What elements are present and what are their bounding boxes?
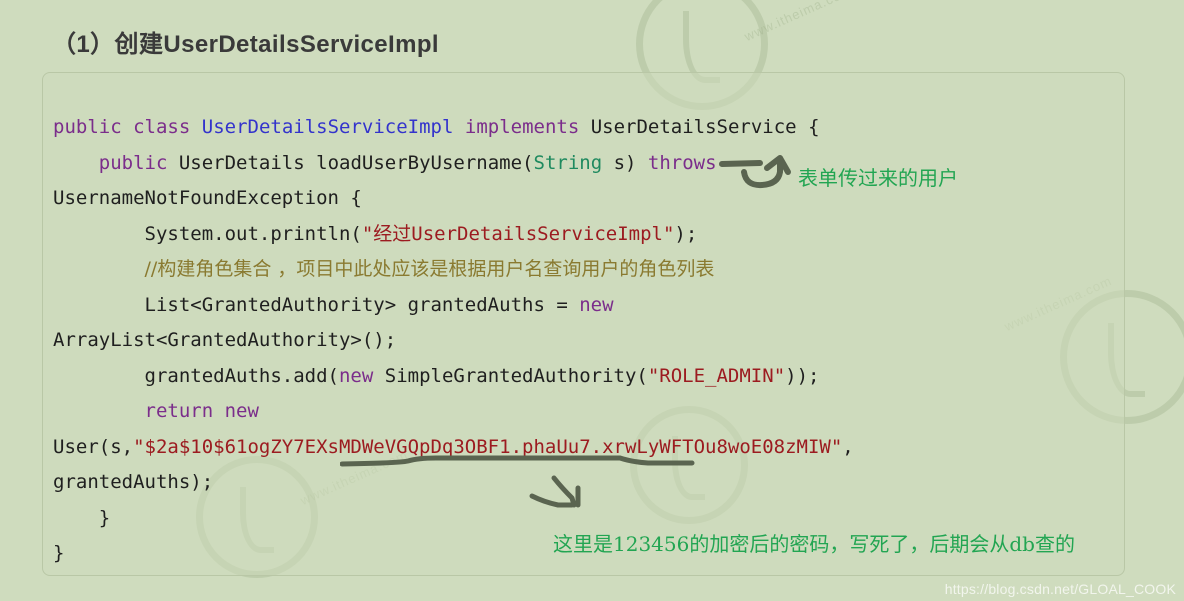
token-user-constructor: User(s, (53, 435, 134, 458)
token-method-name: loadUserByUsername( (316, 151, 534, 174)
page-title: （1）创建UserDetailsServiceImpl (52, 31, 439, 59)
token-keyword-new-2: new (338, 364, 374, 387)
background-site-watermark: www.itheima.com (741, 0, 855, 44)
token-type-string: String (533, 151, 603, 174)
code-content: public class UserDetailsServiceImpl impl… (53, 110, 1120, 572)
token-comma: , (842, 435, 854, 458)
token-interface-name: UserDetailsService (590, 116, 797, 138)
token-keyword-new-3: new (224, 400, 259, 422)
token-granted-auths-argument: grantedAuths); (53, 471, 214, 493)
annotation-password-note: 这里是123456的加密后的密码，写死了，后期会从db查的 (553, 532, 1075, 556)
token-keyword-new: new (579, 293, 614, 316)
token-param-name: s) (602, 151, 637, 174)
code-block: public class UserDetailsServiceImpl impl… (42, 72, 1125, 576)
token-keyword-public-2: public (98, 151, 168, 174)
token-println-call: System.out.println( (144, 222, 362, 245)
token-authority-constructor: SimpleGrantedAuthority( (373, 364, 648, 387)
token-password-hash: "$2a$10$61ogZY7EXsMDWeVGQpDq3OBF1.phaUu7… (133, 435, 843, 458)
token-arraylist-instantiation: ArrayList<GrantedAuthority>(); (53, 329, 397, 351)
token-class-name: UserDetailsServiceImpl (201, 116, 454, 138)
token-return-type: UserDetails (178, 151, 305, 174)
token-add-end: )); (785, 364, 820, 387)
token-keyword-throws: throws (647, 151, 717, 174)
token-keyword-public: public (53, 116, 122, 138)
annotation-form-user-note: 表单传过来的用户 (798, 166, 958, 190)
csdn-url-watermark: https://blog.csdn.net/GLOAL_COOK (944, 581, 1176, 597)
token-brace-close-inner: } (98, 506, 111, 529)
token-role-literal: "ROLE_ADMIN" (647, 364, 786, 387)
token-list-declaration: List<GrantedAuthority> grantedAuths = (144, 293, 580, 316)
token-comment: //构建角色集合 ，项目中此处应该是根据用户名查询用户的角色列表 (144, 258, 715, 280)
token-brace-close-outer: } (53, 542, 65, 564)
token-brace-open: { (796, 116, 820, 138)
token-println-end: ); (674, 222, 698, 245)
token-keyword-return: return (144, 400, 214, 422)
token-keyword-class: class (133, 116, 191, 138)
token-add-call: grantedAuths.add( (144, 364, 339, 387)
token-exception-name: UsernameNotFoundException { (53, 187, 362, 209)
token-keyword-implements: implements (464, 116, 580, 138)
token-println-argument: "经过UserDetailsServiceImpl" (361, 222, 675, 245)
